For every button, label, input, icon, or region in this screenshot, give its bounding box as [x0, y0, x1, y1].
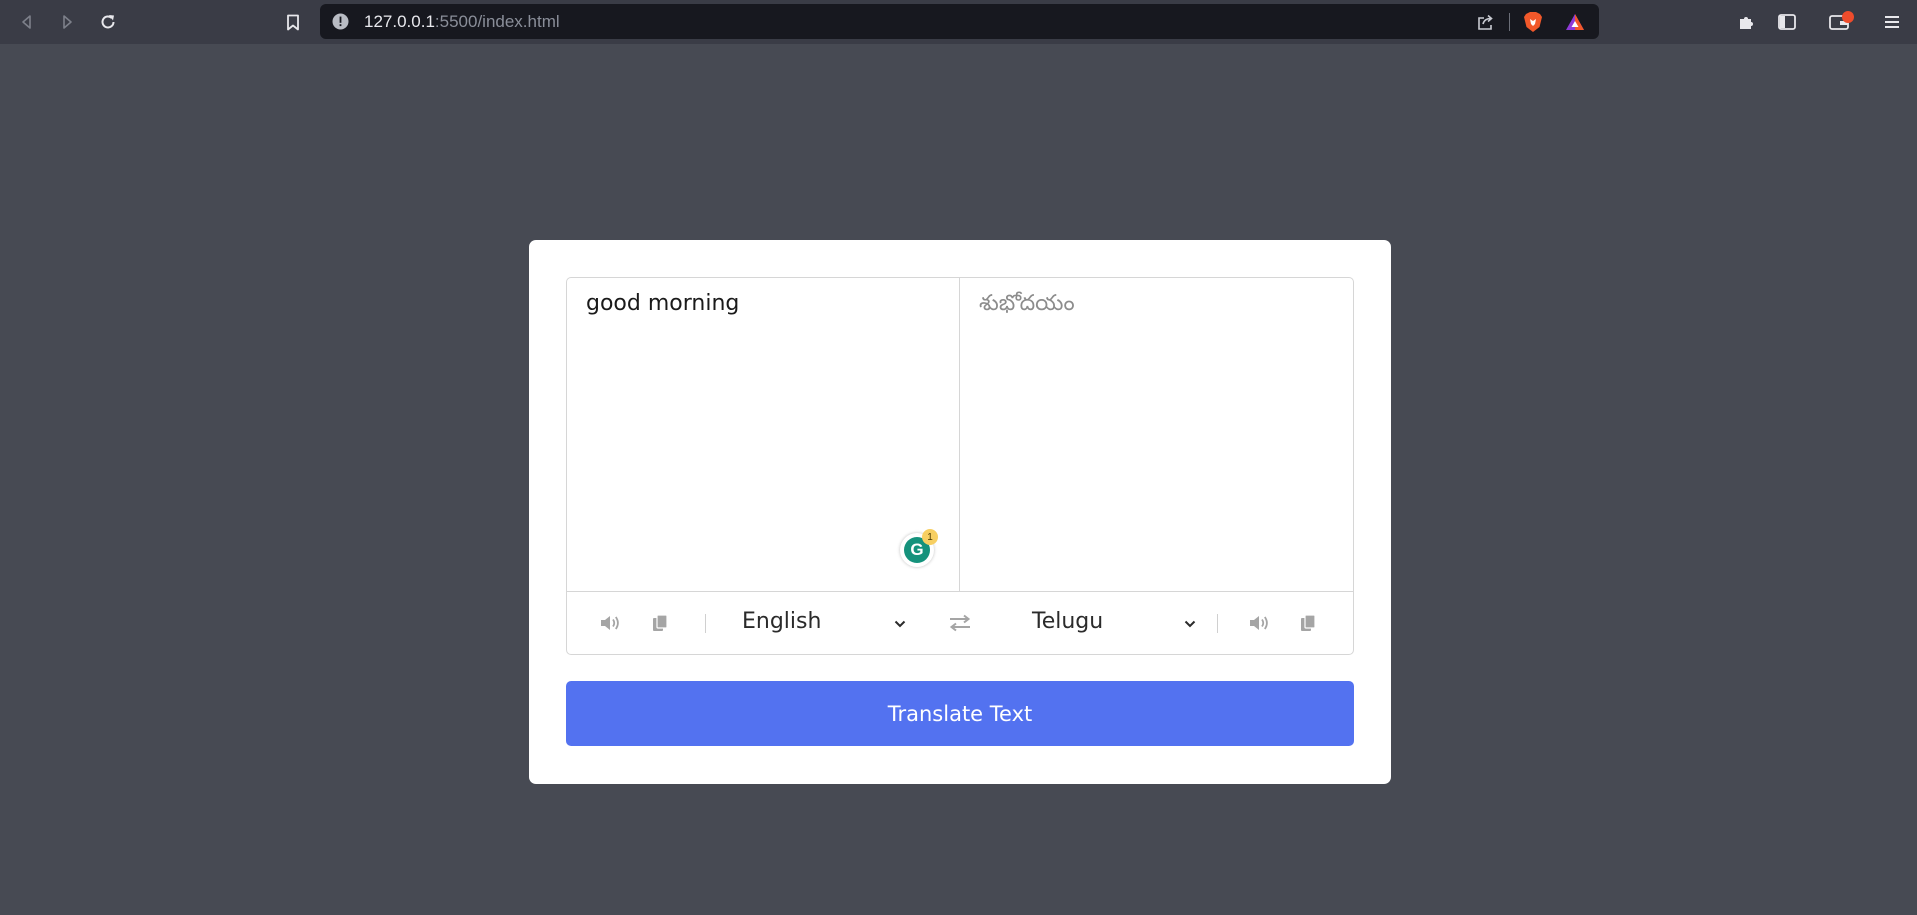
to-language-label: Telugu: [1032, 609, 1104, 634]
menu-icon[interactable]: [1878, 8, 1906, 36]
url-text: 127.0.0.1:5500/index.html: [364, 12, 560, 32]
controls-bar: English Telugu: [567, 591, 1353, 654]
extensions-icon[interactable]: [1733, 8, 1761, 36]
to-copy-icon[interactable]: [1296, 612, 1320, 634]
bookmark-icon[interactable]: [279, 8, 307, 36]
from-language-select[interactable]: English: [742, 606, 907, 640]
chevron-down-icon: [894, 620, 906, 628]
address-bar-divider: [1509, 13, 1510, 31]
grammarly-button[interactable]: G 1: [900, 529, 938, 567]
to-speaker-icon[interactable]: [1247, 612, 1271, 634]
from-speaker-icon[interactable]: [598, 612, 622, 634]
grammarly-count-badge: 1: [922, 529, 938, 545]
from-language-label: English: [742, 609, 822, 634]
brave-rewards-icon[interactable]: [1565, 12, 1585, 32]
from-text-area[interactable]: good morning G 1: [567, 278, 960, 591]
to-divider: [1217, 614, 1218, 633]
address-bar[interactable]: 127.0.0.1:5500/index.html: [320, 4, 1599, 39]
chevron-down-icon: [1184, 620, 1196, 628]
notification-dot: [1842, 11, 1854, 23]
wallet-icon[interactable]: [1825, 8, 1854, 36]
translate-button[interactable]: Translate Text: [566, 681, 1354, 746]
forward-arrow-icon[interactable]: [53, 8, 81, 36]
from-copy-icon[interactable]: [648, 612, 672, 634]
text-input-wrapper: good morning G 1 శుభోదయం English Telugu: [566, 277, 1354, 655]
to-text: శుభోదయం: [979, 291, 1075, 316]
url-path: :5500/index.html: [434, 12, 560, 31]
url-host: 127.0.0.1: [364, 12, 435, 31]
from-divider: [705, 614, 706, 633]
brave-shields-icon[interactable]: [1523, 12, 1543, 32]
to-language-select[interactable]: Telugu: [1032, 606, 1197, 640]
from-text: good morning: [586, 291, 740, 316]
to-text-area[interactable]: శుభోదయం: [960, 278, 1353, 591]
reload-icon[interactable]: [94, 8, 122, 36]
translator-card: good morning G 1 శుభోదయం English Telugu …: [529, 240, 1391, 784]
share-icon[interactable]: [1476, 12, 1496, 32]
swap-languages-icon[interactable]: [947, 612, 973, 634]
back-arrow-icon[interactable]: [13, 8, 41, 36]
site-info-icon[interactable]: [332, 13, 349, 30]
sidebar-icon[interactable]: [1773, 8, 1801, 36]
browser-toolbar: 127.0.0.1:5500/index.html: [0, 0, 1917, 44]
